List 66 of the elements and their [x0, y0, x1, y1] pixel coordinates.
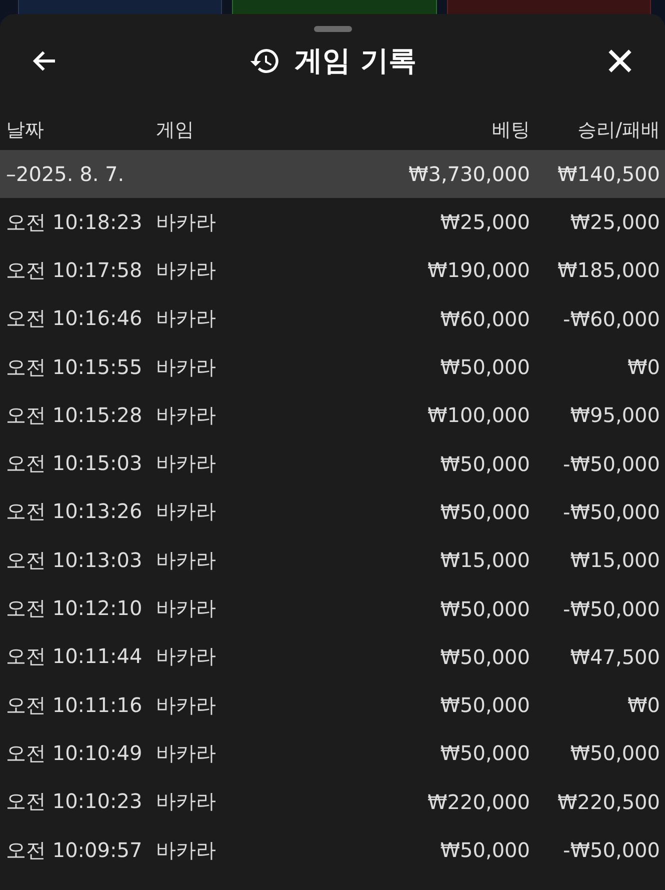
- time-cell-text: 오전 10:09:57: [6, 836, 144, 864]
- result-cell-text: ₩25,000: [569, 210, 660, 234]
- game-cell-text: 바카라: [156, 498, 217, 526]
- result-cell-text: ₩0: [626, 693, 660, 718]
- game-cell-text: 바카라: [156, 402, 217, 429]
- result-cell-text: -₩60,000: [562, 306, 660, 331]
- game-cell-text: 바카라: [156, 450, 217, 478]
- game-cell-text: 바카라: [156, 740, 217, 767]
- time-cell-text: 오전 10:12:10: [6, 595, 144, 622]
- time-cell-text: 오전 10:11:16: [6, 692, 144, 719]
- bet-cell-text: ₩60,000: [439, 306, 530, 331]
- date-group-row[interactable]: –2025. 8. 7. ₩3,730,000 ₩140,500: [0, 150, 665, 198]
- column-header: 날짜: [6, 118, 45, 143]
- game-cell-text: 바카라: [156, 788, 217, 816]
- result-cell-text: ₩15,000: [569, 548, 660, 572]
- game-cell-text: 바카라: [156, 546, 217, 574]
- bet-cell-text: ₩220,000: [426, 790, 530, 814]
- time-cell-text: 오전 10:18:23: [6, 208, 144, 236]
- result-cell-text: ₩50,000: [569, 741, 660, 766]
- result-cell-text: ₩47,500: [569, 644, 660, 669]
- time-cell-text: 오전 10:11:44: [6, 643, 144, 670]
- result-cell-text: ₩220,500: [556, 790, 660, 814]
- result-cell-text: ₩0: [626, 355, 660, 380]
- time-cell-text: 오전 10:17:58: [6, 256, 144, 284]
- bet-cell-text: ₩50,000: [439, 500, 530, 524]
- bet-cell-text: ₩50,000: [439, 741, 530, 766]
- time-cell-text: 오전 10:10:23: [6, 788, 144, 816]
- game-cell-text: 바카라: [156, 354, 217, 381]
- column-header: 게임: [156, 118, 195, 143]
- time-cell-text: 오전 10:13:26: [6, 498, 144, 526]
- bet-cell-text: ₩190,000: [426, 258, 530, 282]
- result-cell-text: -₩50,000: [562, 452, 660, 476]
- date-cell-text: –2025. 8. 7.: [6, 162, 126, 186]
- result-total-cell-text: ₩140,500: [556, 162, 660, 186]
- game-cell-text: 바카라: [156, 305, 217, 332]
- bet-cell-text: ₩50,000: [439, 596, 530, 621]
- time-cell-text: 오전 10:10:49: [6, 740, 144, 767]
- bet-cell-text: ₩50,000: [439, 355, 530, 380]
- drag-handle[interactable]: [314, 26, 352, 32]
- column-header: 베팅: [491, 118, 530, 143]
- bet-cell-text: ₩50,000: [439, 644, 530, 669]
- game-cell-text: 바카라: [156, 595, 217, 622]
- time-cell-text: 오전 10:15:03: [6, 450, 144, 478]
- bet-total-cell-text: ₩3,730,000: [407, 162, 530, 186]
- game-cell-text: 바카라: [156, 643, 217, 670]
- result-cell-text: ₩185,000: [556, 258, 660, 282]
- bet-cell-text: ₩50,000: [439, 838, 530, 862]
- result-cell-text: -₩50,000: [562, 500, 660, 524]
- game-cell-text: 바카라: [156, 208, 217, 236]
- result-cell-text: -₩50,000: [562, 596, 660, 621]
- time-cell-text: 오전 10:15:55: [6, 354, 144, 381]
- game-cell-text: 바카라: [156, 692, 217, 719]
- result-cell-text: -₩50,000: [562, 838, 660, 862]
- time-cell-text: 오전 10:13:03: [6, 546, 144, 574]
- bet-cell-text: ₩100,000: [426, 403, 530, 428]
- bet-cell-text: ₩15,000: [439, 548, 530, 572]
- game-cell-text: 바카라: [156, 836, 217, 864]
- dialog-title: 게임 기록: [294, 43, 416, 79]
- game-cell-text: 바카라: [156, 256, 217, 284]
- column-header: 승리/패배: [576, 118, 660, 143]
- bet-cell-text: ₩50,000: [439, 452, 530, 476]
- result-cell-text: ₩95,000: [569, 403, 660, 428]
- bet-cell-text: ₩50,000: [439, 693, 530, 718]
- time-cell-text: 오전 10:15:28: [6, 402, 144, 429]
- bet-cell-text: ₩25,000: [439, 210, 530, 234]
- time-cell-text: 오전 10:16:46: [6, 305, 144, 332]
